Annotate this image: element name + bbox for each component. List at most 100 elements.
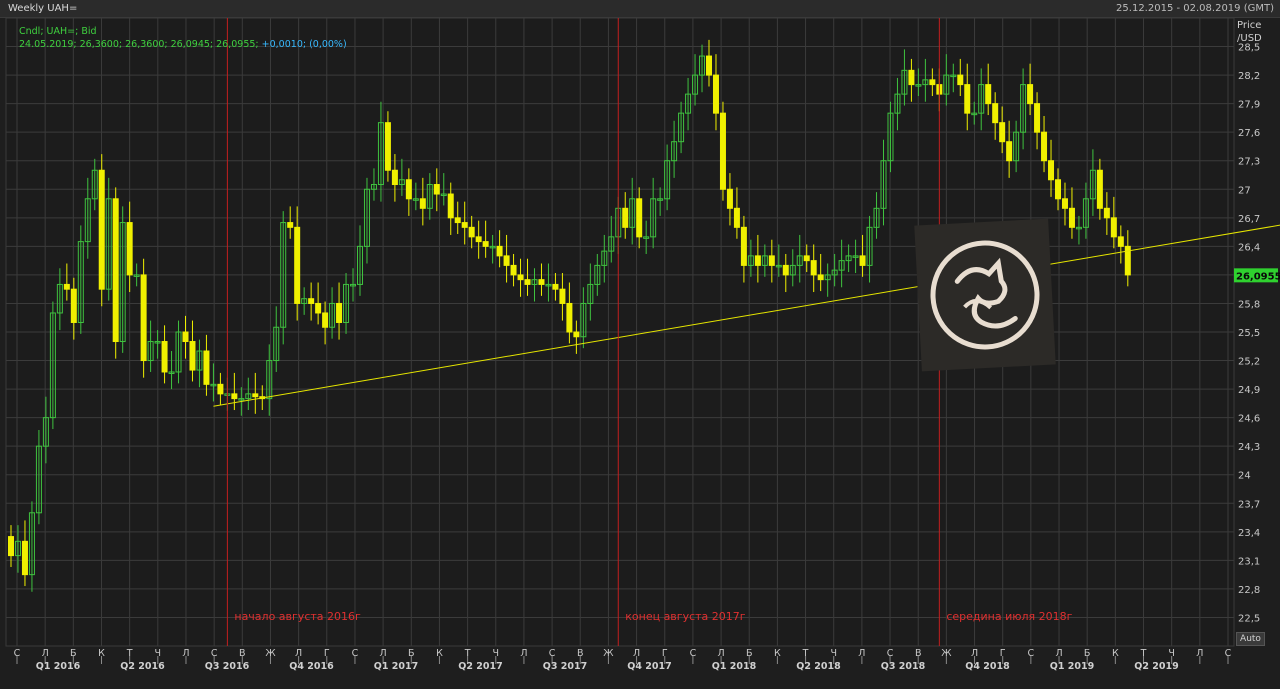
x-quarter-label: Q4 2018 <box>965 661 1010 672</box>
x-month-label: Г <box>324 648 330 659</box>
candle-body <box>475 236 482 243</box>
x-month-label: Л <box>295 648 302 659</box>
x-quarter-label: Q1 2019 <box>1050 661 1094 672</box>
x-month-label: Л <box>1055 648 1062 659</box>
y-tick-label: 27 <box>1238 185 1251 196</box>
legend-ohlc-values: 24.05.2019; 26,3600; 26,3600; 26,0945; 2… <box>19 39 347 50</box>
x-month-label: Л <box>520 648 527 659</box>
candle-body <box>573 331 580 338</box>
candle-body <box>1034 103 1041 133</box>
candle-body <box>1055 179 1061 200</box>
candle-body <box>287 222 294 228</box>
x-quarter-label: Q4 2016 <box>289 661 334 672</box>
candle-body <box>957 74 964 86</box>
x-month-label: К <box>774 648 781 659</box>
x-quarter-label: Q2 2019 <box>1134 661 1178 672</box>
candle-body <box>21 540 28 576</box>
watermark-logo <box>914 218 1056 372</box>
x-month-label: Л <box>42 648 49 659</box>
y-tick-label: 23,1 <box>1238 556 1260 567</box>
x-quarter-label: Q4 2017 <box>627 661 671 672</box>
candle-body <box>8 536 14 557</box>
x-month-label: К <box>98 648 105 659</box>
candle-body <box>391 169 398 186</box>
candle-body <box>712 74 719 114</box>
candlestick-chart[interactable]: 22,5 22,8 23,1 23,4 23,7 24 24,3 24,6 24,9 25,2 25… <box>0 0 1280 689</box>
x-quarter-label: Q2 2016 <box>120 661 165 672</box>
x-month-label: Т <box>126 648 133 659</box>
x-month-label: В <box>239 648 246 659</box>
y-tick-label: 26,7 <box>1238 214 1260 225</box>
candle-body <box>384 122 391 171</box>
candle-body <box>810 260 817 276</box>
x-month-label: С <box>352 648 359 659</box>
candle-body <box>308 298 315 304</box>
candle-body <box>433 184 440 195</box>
candle-body <box>1110 217 1117 238</box>
x-month-label: Б <box>70 648 77 659</box>
x-month-label: Л <box>971 648 978 659</box>
candle-body <box>217 383 224 395</box>
x-quarter-label: Q1 2017 <box>374 661 418 672</box>
last-price-label: 26,0955 <box>1236 271 1280 282</box>
x-month-label: С <box>549 648 556 659</box>
candle-body <box>1096 169 1103 209</box>
candle-body <box>189 341 196 371</box>
candle-body <box>161 341 168 373</box>
candle-body <box>98 169 105 290</box>
y-tick-label: 23,4 <box>1238 528 1260 539</box>
y-tick-label: 24,6 <box>1238 414 1260 425</box>
x-month-label: В <box>577 648 584 659</box>
x-month-label: С <box>1028 648 1035 659</box>
x-quarter-label: Q1 2016 <box>36 661 81 672</box>
x-month-label: Л <box>380 648 387 659</box>
candle-body <box>1027 84 1034 105</box>
candle-body <box>1103 207 1110 219</box>
x-quarter-label: Q2 2018 <box>796 661 841 672</box>
candle-body <box>454 217 461 224</box>
y-tick-label: 24,9 <box>1238 385 1260 396</box>
x-month-label: Л <box>858 648 865 659</box>
x-month-label: Т <box>1140 648 1147 659</box>
x-month-label: Ч <box>155 648 162 659</box>
candle-body <box>517 274 524 281</box>
x-month-label: К <box>1112 648 1119 659</box>
x-month-label: Б <box>1084 648 1091 659</box>
candle-body <box>622 207 629 228</box>
x-month-label: Ч <box>830 648 837 659</box>
y-tick-label: 28,2 <box>1238 71 1260 82</box>
x-month-label: Л <box>633 648 640 659</box>
x-month-label: К <box>436 648 443 659</box>
candle-body <box>63 283 70 290</box>
candle-body <box>510 264 517 276</box>
y-tick-label: 22,8 <box>1238 585 1260 596</box>
legend-change-text: +0,0010; (0,00%) <box>261 39 347 50</box>
y-tick-label: 27,3 <box>1238 157 1260 168</box>
x-month-label: С <box>887 648 894 659</box>
candle-body <box>908 69 915 86</box>
candle-body <box>1006 141 1013 162</box>
x-month-label: Б <box>408 648 415 659</box>
candle-body <box>447 193 454 219</box>
candle-body <box>559 288 566 304</box>
candle-body <box>336 302 343 323</box>
candle-body <box>538 279 545 285</box>
candle-body <box>252 393 259 398</box>
y-tick-label: 25,2 <box>1238 357 1260 368</box>
fox-emblem-icon <box>930 240 1040 350</box>
candle-body <box>315 302 322 314</box>
candle-body <box>322 312 329 328</box>
x-month-label: Л <box>1196 648 1203 659</box>
y-tick-label: 26,4 <box>1238 242 1260 253</box>
candle-body <box>112 198 119 343</box>
x-month-label: С <box>1225 648 1232 659</box>
candle-body <box>496 245 503 257</box>
auto-scale-button[interactable]: Auto <box>1236 632 1265 646</box>
candle-body <box>768 255 775 266</box>
x-month-label: Ж <box>265 648 276 659</box>
candle-body <box>1041 131 1048 162</box>
annotation-label: середина июля 2018г <box>946 610 1072 623</box>
candle-body <box>482 241 489 247</box>
candle-body <box>1068 207 1075 228</box>
candle-body <box>754 255 761 266</box>
